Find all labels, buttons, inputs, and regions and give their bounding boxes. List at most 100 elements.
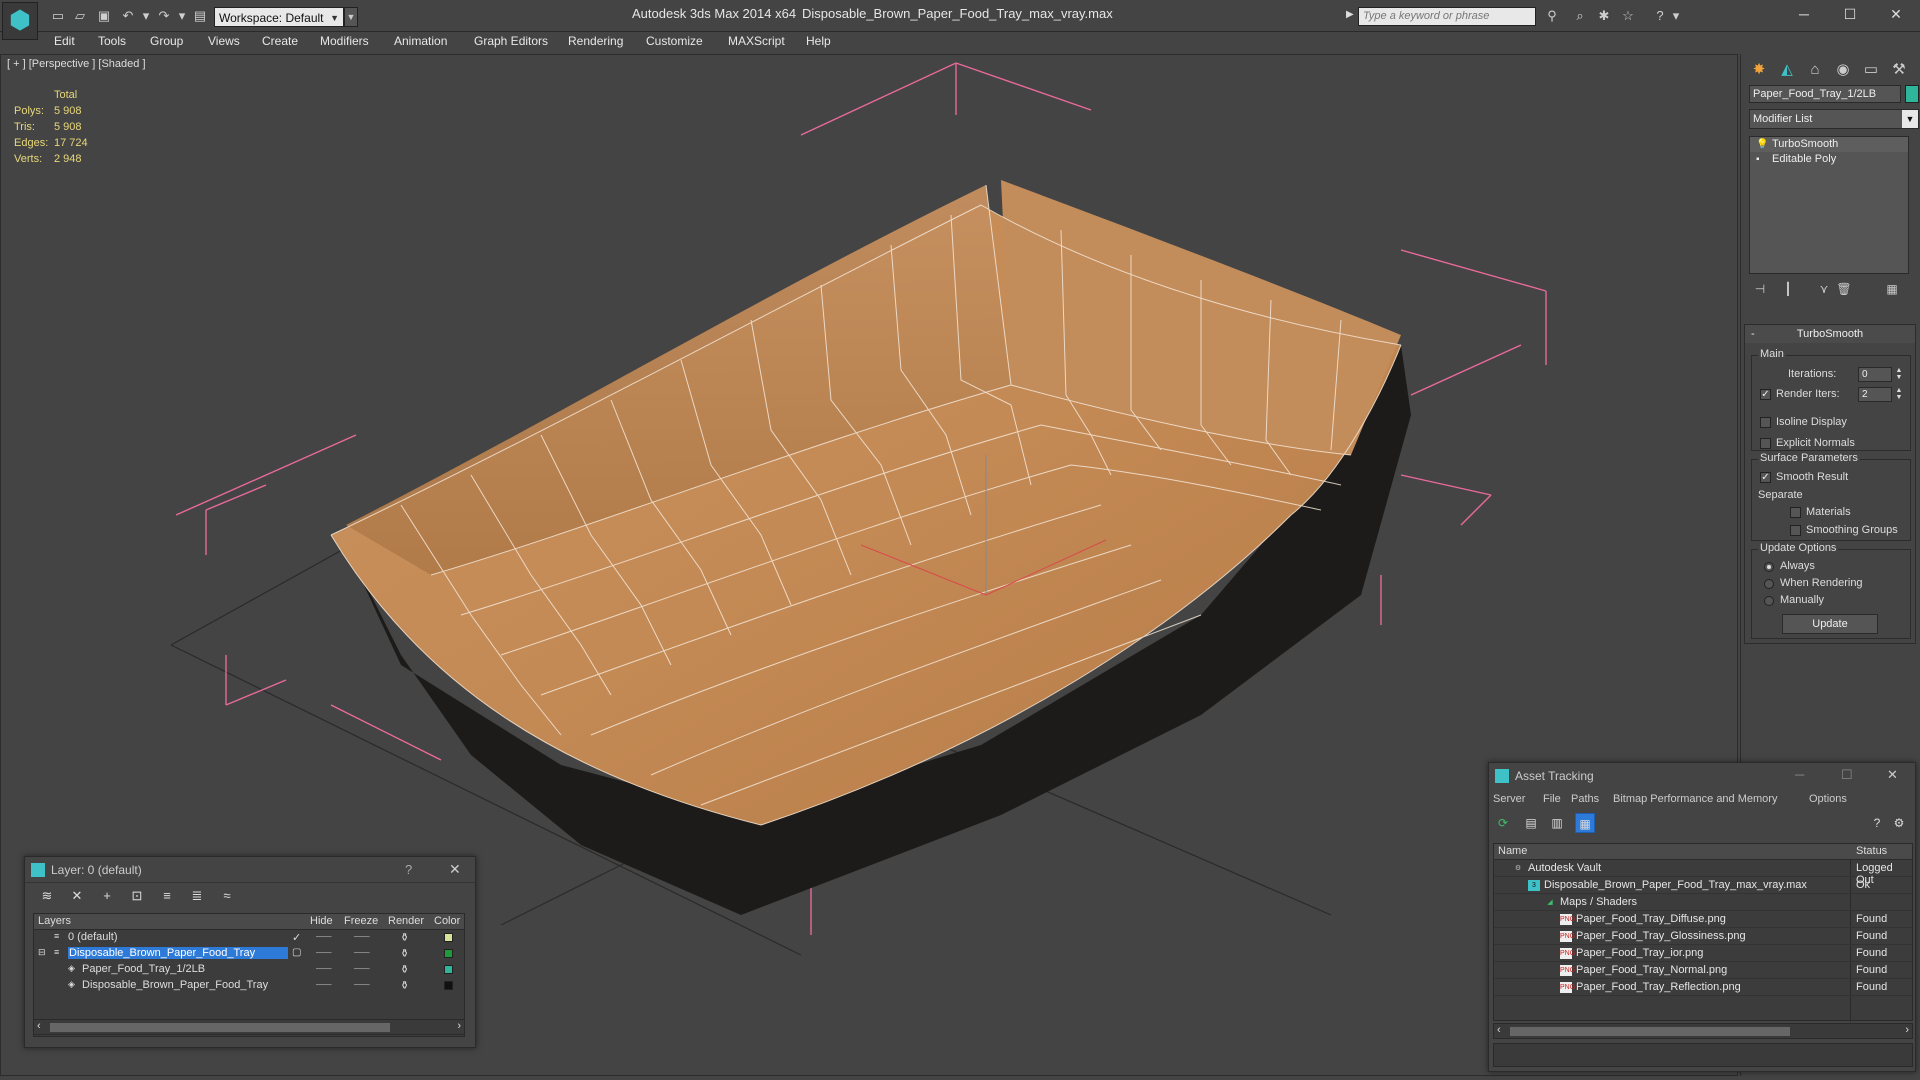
current-layer-check-icon[interactable]: ✓ [292, 931, 301, 944]
freeze-toggle[interactable]: ── [354, 947, 370, 959]
render-teapot-icon[interactable]: ⚱ [400, 979, 409, 992]
table-row[interactable]: ≡ 0 (default) ✓ ── ── ⚱ [34, 930, 464, 946]
stack-item-turbosmooth[interactable]: 💡 TurboSmooth [1750, 137, 1908, 152]
hide-toggle[interactable]: ── [316, 931, 332, 943]
search-input[interactable]: Type a keyword or phrase [1358, 7, 1536, 26]
menu-customize[interactable]: Customize [646, 34, 703, 48]
menu-group[interactable]: Group [150, 34, 183, 48]
display-tab-icon[interactable]: ▭ [1859, 58, 1883, 82]
hide-all-icon[interactable]: ≈ [217, 887, 237, 905]
new-file-icon[interactable]: ▭ [50, 8, 66, 24]
table-view-icon[interactable]: ▦ [1575, 813, 1595, 833]
object-name-field[interactable]: Paper_Food_Tray_1/2LB [1749, 85, 1901, 103]
create-tab-icon[interactable]: ✸ [1747, 58, 1771, 82]
column-header-hide[interactable]: Hide [310, 915, 333, 927]
hide-toggle[interactable]: ── [316, 963, 332, 975]
modifier-stack[interactable]: 💡 TurboSmooth ▪ Editable Poly [1749, 136, 1909, 274]
table-row[interactable]: PNG Paper_Food_Tray_Normal.png Found [1494, 962, 1912, 979]
make-unique-icon[interactable]: ⋎ [1815, 280, 1833, 298]
close-icon[interactable]: ✕ [449, 861, 461, 878]
hide-toggle[interactable]: ── [316, 979, 332, 991]
menu-paths[interactable]: Paths [1571, 793, 1599, 805]
remove-modifier-icon[interactable]: 🗑 [1835, 280, 1853, 298]
menu-rendering[interactable]: Rendering [568, 34, 623, 48]
object-color-swatch[interactable] [1905, 85, 1919, 103]
subscription-icon[interactable]: ✱ [1596, 8, 1612, 24]
scroll-right-icon[interactable]: › [1905, 1024, 1909, 1036]
spinner-arrows-icon[interactable]: ▲ ▼ [1894, 387, 1904, 402]
modify-tab-icon[interactable]: ◭ [1775, 58, 1799, 82]
delete-layer-icon[interactable]: ✕ [67, 887, 87, 905]
iterations-spinner[interactable]: 0 [1858, 367, 1892, 382]
modifier-list-dropdown[interactable]: Modifier List ▼ [1749, 109, 1919, 129]
dialog-title-bar[interactable]: Asset Tracking ─ ☐ ✕ [1489, 763, 1915, 789]
menu-create[interactable]: Create [262, 34, 298, 48]
menu-help[interactable]: Help [806, 34, 831, 48]
scroll-left-icon[interactable]: ‹ [1497, 1024, 1501, 1036]
search-icon[interactable]: ⌕ [1572, 8, 1588, 24]
maximize-button[interactable]: ☐ [1838, 4, 1862, 24]
render-teapot-icon[interactable]: ⚱ [400, 931, 409, 944]
horizontal-scrollbar[interactable]: ‹ › [1493, 1023, 1913, 1039]
open-icon[interactable]: ▱ [72, 8, 88, 24]
freeze-toggle[interactable]: ── [354, 931, 370, 943]
table-row[interactable]: ⊟ ≡ Disposable_Brown_Paper_Food_Tray ▢ ─… [34, 946, 464, 962]
menu-options[interactable]: Options [1809, 793, 1847, 805]
layer-color-swatch[interactable] [444, 981, 453, 990]
save-icon[interactable]: ▣ [96, 8, 112, 24]
column-header-layers[interactable]: Layers [38, 915, 71, 927]
always-radio[interactable] [1764, 562, 1774, 572]
render-iters-spinner[interactable]: 2 [1858, 387, 1892, 402]
column-header-name[interactable]: Name [1498, 845, 1527, 857]
explicit-normals-checkbox[interactable] [1760, 438, 1771, 449]
table-row[interactable]: ⚙ Autodesk Vault Logged Out [1494, 860, 1912, 886]
render-iters-checkbox[interactable]: ✓ [1760, 389, 1771, 400]
select-layer-icon[interactable]: ≡ [157, 887, 177, 905]
table-row[interactable]: PNG Paper_Food_Tray_Reflection.png Found [1494, 979, 1912, 996]
refresh-icon[interactable]: ⟳ [1493, 813, 1513, 833]
scroll-thumb[interactable] [1510, 1027, 1790, 1036]
scroll-left-icon[interactable]: ‹ [37, 1020, 41, 1032]
column-header-status[interactable]: Status [1856, 845, 1887, 857]
configure-modifier-sets-icon[interactable]: ▦ [1883, 280, 1901, 298]
layers-icon[interactable]: ≋ [37, 887, 57, 905]
select-objects-icon[interactable]: ⊡ [127, 887, 147, 905]
current-layer-box-icon[interactable]: ▢ [292, 947, 301, 958]
column-header-freeze[interactable]: Freeze [344, 915, 378, 927]
table-row[interactable]: 3 Disposable_Brown_Paper_Food_Tray_max_v… [1494, 877, 1912, 894]
when-rendering-radio[interactable] [1764, 579, 1774, 589]
table-row[interactable]: PNG Paper_Food_Tray_ior.png Found [1494, 945, 1912, 962]
help-icon[interactable]: ? [1867, 813, 1887, 833]
close-button[interactable]: ✕ [1884, 4, 1908, 24]
menu-edit[interactable]: Edit [54, 34, 75, 48]
search-expand-icon[interactable]: ▶ [1346, 9, 1354, 20]
freeze-toggle[interactable]: ── [354, 979, 370, 991]
isoline-checkbox[interactable] [1760, 417, 1771, 428]
scroll-thumb[interactable] [50, 1023, 390, 1032]
table-row[interactable]: PNG Paper_Food_Tray_Glossiness.png Found [1494, 928, 1912, 945]
redo-dropdown-icon[interactable]: ▾ [174, 8, 190, 24]
list-view-icon[interactable]: ▤ [1521, 813, 1541, 833]
project-icon[interactable]: ▤ [192, 8, 208, 24]
menu-maxscript[interactable]: MAXScript [728, 34, 785, 48]
settings-icon[interactable]: ⚙ [1889, 813, 1909, 833]
lightbulb-icon[interactable]: 💡 [1756, 137, 1768, 152]
undo-dropdown-icon[interactable]: ▾ [138, 8, 154, 24]
dialog-title-bar[interactable]: Layer: 0 (default) ? ✕ [25, 857, 475, 883]
smoothing-groups-checkbox[interactable] [1790, 525, 1801, 536]
minimize-button[interactable]: ─ [1792, 4, 1816, 24]
manually-radio[interactable] [1764, 596, 1774, 606]
hide-toggle[interactable]: ── [316, 947, 332, 959]
thumbnail-view-icon[interactable]: ▥ [1547, 813, 1567, 833]
help-dropdown-icon[interactable]: ▾ [1668, 8, 1684, 24]
expand-icon[interactable]: ▪ [1756, 152, 1760, 167]
render-teapot-icon[interactable]: ⚱ [400, 947, 409, 960]
add-layer-icon[interactable]: + [97, 887, 117, 905]
app-menu-button[interactable]: ⬢ [2, 2, 38, 40]
menu-bitmap-performance[interactable]: Bitmap Performance and Memory [1613, 793, 1777, 805]
menu-animation[interactable]: Animation [394, 34, 447, 48]
help-icon[interactable]: ? [405, 862, 412, 877]
rollout-header[interactable]: - TurboSmooth [1745, 325, 1915, 343]
workspace-dropdown[interactable]: Workspace: Default ▼ [214, 7, 344, 27]
update-button[interactable]: Update [1782, 614, 1878, 634]
